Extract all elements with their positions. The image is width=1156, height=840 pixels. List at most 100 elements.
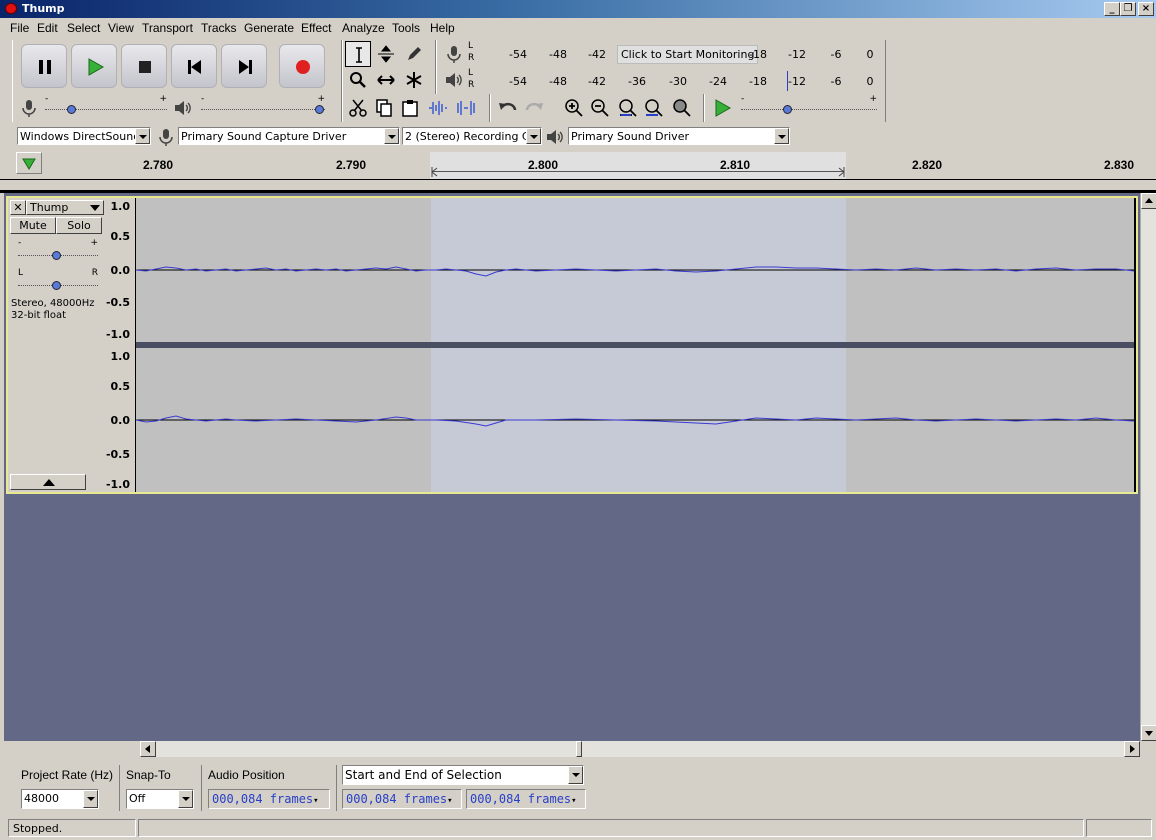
scroll-right-button[interactable]: [1124, 741, 1140, 757]
minimize-button[interactable]: _: [1104, 2, 1120, 16]
microphone-icon: [159, 129, 173, 146]
transport-toolbar: [12, 40, 342, 94]
cut-button[interactable]: [345, 95, 371, 121]
selection-tool[interactable]: [345, 41, 371, 67]
menu-bar: File Edit Select View Transport Tracks G…: [0, 18, 1156, 38]
audio-host-select[interactable]: Windows DirectSound: [17, 127, 151, 145]
play-at-speed-button[interactable]: [709, 95, 735, 121]
menu-edit[interactable]: Edit: [37, 21, 58, 35]
pan-slider[interactable]: L R: [18, 268, 98, 292]
vertical-scale[interactable]: 1.0 0.5 0.0 -0.5 -1.0 1.0 0.5 0.0 -0.5 -…: [104, 198, 135, 492]
collapse-track-button[interactable]: [10, 474, 86, 490]
menu-file[interactable]: File: [10, 21, 29, 35]
copy-button[interactable]: [371, 95, 397, 121]
slider-thumb[interactable]: [67, 105, 76, 114]
close-track-button[interactable]: ✕: [10, 200, 26, 215]
vertical-scrollbar[interactable]: [1140, 193, 1156, 741]
fit-selection-button[interactable]: [615, 95, 641, 121]
play-button[interactable]: [71, 44, 117, 88]
audio-position-field[interactable]: 000,084 frames▾: [208, 789, 330, 809]
menu-tracks[interactable]: Tracks: [201, 21, 237, 35]
playback-device-select[interactable]: Primary Sound Driver: [568, 127, 790, 145]
scroll-down-button[interactable]: [1141, 725, 1156, 741]
waveform-left-channel[interactable]: [136, 198, 1134, 342]
zoom-toggle-button[interactable]: [669, 95, 695, 121]
mute-button[interactable]: Mute: [10, 217, 56, 234]
restore-button[interactable]: ❐: [1120, 2, 1136, 16]
menu-analyze[interactable]: Analyze: [342, 21, 385, 35]
time-shift-tool[interactable]: [373, 67, 399, 93]
zoom-toggle-icon: [673, 99, 691, 117]
playback-meter[interactable]: -54 -48 -42 -36 -30 -24 -18 -12 -6 0: [503, 71, 883, 91]
zoom-in-button[interactable]: [561, 95, 587, 121]
slider-thumb[interactable]: [783, 105, 792, 114]
fit-project-button[interactable]: [641, 95, 667, 121]
stop-button[interactable]: [121, 44, 167, 88]
selection-start-field[interactable]: 000,084 frames▾: [342, 789, 462, 809]
track-name-menu[interactable]: Thump: [26, 200, 104, 215]
scroll-thumb[interactable]: [576, 741, 582, 757]
menu-tools[interactable]: Tools: [392, 21, 420, 35]
meter-right-label: R: [468, 80, 475, 90]
record-button[interactable]: [279, 44, 325, 88]
zoom-tool[interactable]: [345, 67, 371, 93]
ruler-label: 2.810: [720, 158, 751, 172]
waveform-right-channel[interactable]: [136, 348, 1134, 492]
menu-transport[interactable]: Transport: [142, 21, 193, 35]
scroll-up-button[interactable]: [1141, 193, 1156, 209]
status-panel-right: [1086, 819, 1152, 837]
scale-label: -1.0: [105, 328, 130, 341]
gain-minus-label: -: [18, 238, 22, 248]
menu-generate[interactable]: Generate: [244, 21, 294, 35]
draw-tool[interactable]: [401, 41, 427, 67]
trim-button[interactable]: [425, 95, 451, 121]
selection-mode-select[interactable]: Start and End of Selection: [342, 765, 584, 785]
recording-channels-select[interactable]: 2 (Stereo) Recording Cha: [402, 127, 542, 145]
menu-view[interactable]: View: [108, 21, 134, 35]
slider-thumb[interactable]: [52, 281, 61, 290]
horizontal-scrollbar[interactable]: [140, 741, 1140, 757]
recording-volume-slider[interactable]: - +: [45, 94, 167, 116]
close-button[interactable]: ×: [1138, 2, 1154, 16]
start-monitoring-button[interactable]: Click to Start Monitoring: [617, 45, 759, 64]
playback-speed-slider[interactable]: - +: [741, 94, 877, 116]
pause-button[interactable]: [21, 44, 67, 88]
recording-device-select[interactable]: Primary Sound Capture Driver: [178, 127, 400, 145]
undo-button[interactable]: [495, 95, 521, 121]
pencil-icon: [408, 47, 421, 60]
chevron-right-icon: [1130, 745, 1135, 753]
snap-to-select[interactable]: Off: [126, 789, 194, 809]
multi-tool[interactable]: [401, 67, 427, 93]
title-bar: Thump _ ❐ ×: [0, 0, 1156, 18]
paste-button[interactable]: [397, 95, 423, 121]
track-name: Thump: [30, 201, 69, 214]
envelope-tool[interactable]: [373, 41, 399, 67]
zoom-out-button[interactable]: [587, 95, 613, 121]
skip-to-start-button[interactable]: [171, 44, 217, 88]
menu-select[interactable]: Select: [67, 21, 100, 35]
solo-button[interactable]: Solo: [56, 217, 102, 234]
window-title: Thump: [22, 2, 65, 15]
slider-thumb[interactable]: [52, 251, 61, 260]
scale-label: -0.5: [105, 448, 130, 461]
playback-volume-slider[interactable]: - +: [201, 94, 325, 116]
scroll-left-button[interactable]: [140, 741, 156, 757]
scale-label: 0.5: [110, 380, 131, 393]
skip-to-end-button[interactable]: [221, 44, 267, 88]
meter-tick: -12: [788, 75, 806, 88]
record-meter-button[interactable]: [441, 41, 467, 67]
meter-tick: -6: [830, 75, 842, 88]
silence-button[interactable]: [453, 95, 479, 121]
timeline-ruler[interactable]: 2.780 2.790 2.800 2.810 2.820 2.830: [0, 152, 1156, 193]
pin-play-head-button[interactable]: [16, 152, 42, 174]
redo-button[interactable]: [521, 95, 547, 121]
playback-meter-button[interactable]: [441, 67, 467, 93]
slider-thumb[interactable]: [315, 105, 324, 114]
menu-help[interactable]: Help: [430, 21, 455, 35]
record-meter[interactable]: -54 -48 -42 Click to Start Monitoring -1…: [503, 44, 883, 64]
selection-end-field[interactable]: 000,084 frames▾: [466, 789, 586, 809]
undo-zoom-toolbar: [490, 94, 704, 122]
project-rate-select[interactable]: 48000: [21, 789, 99, 809]
menu-effect[interactable]: Effect: [301, 21, 331, 35]
gain-slider[interactable]: - +: [18, 238, 98, 262]
